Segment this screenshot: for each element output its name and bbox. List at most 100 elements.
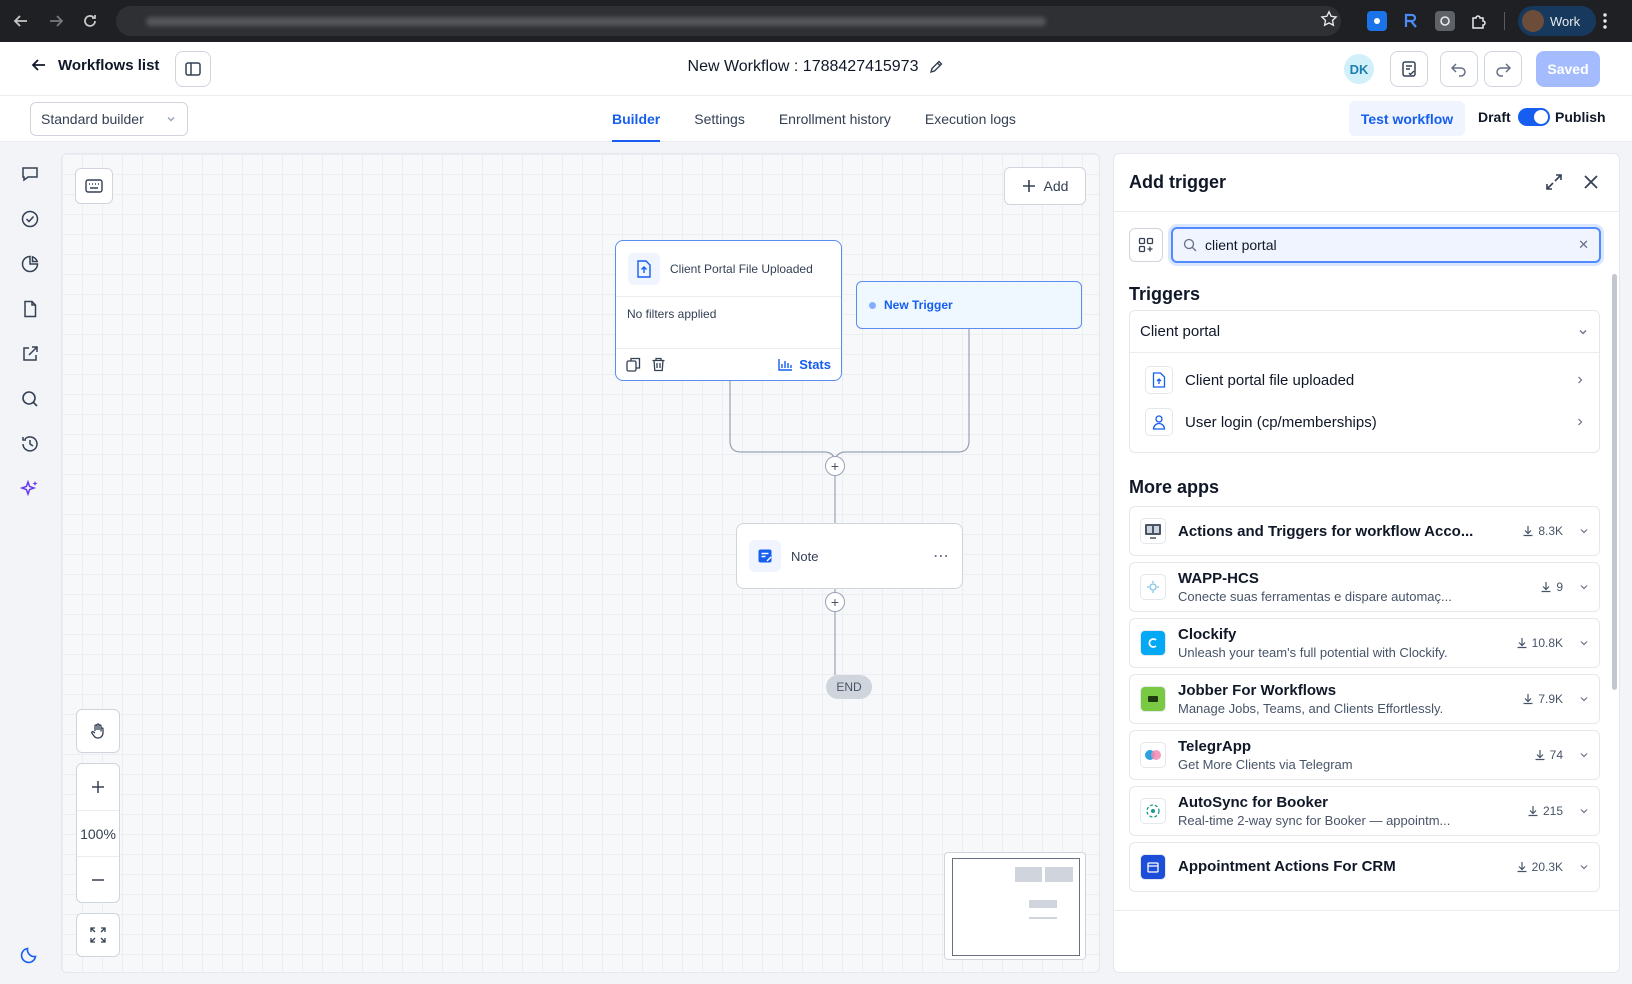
builder-mode-value: Standard builder: [41, 111, 144, 127]
keyboard-icon: [85, 179, 103, 193]
stats-button[interactable]: Stats: [778, 357, 831, 372]
zoom-controls: 100%: [76, 763, 120, 903]
dark-mode-moon-icon[interactable]: [18, 942, 42, 966]
extension-gear-icon[interactable]: [1367, 11, 1387, 31]
panel-footer: [1114, 910, 1619, 972]
browser-reload-icon[interactable]: [79, 10, 101, 32]
keyboard-shortcuts-button[interactable]: [75, 168, 113, 204]
chevron-down-icon: [1579, 862, 1589, 872]
new-trigger-node[interactable]: New Trigger: [856, 281, 1082, 329]
monitor-logo-icon: [1140, 518, 1166, 544]
hand-icon: [89, 722, 107, 740]
undo-button[interactable]: [1440, 51, 1478, 87]
browser-forward-icon[interactable]: [45, 10, 67, 32]
redo-icon: [1494, 60, 1512, 78]
draft-label: Draft: [1478, 109, 1511, 125]
tab-enrollment-history[interactable]: Enrollment history: [779, 96, 891, 142]
external-link-icon[interactable]: [18, 342, 42, 366]
workflow-title-text: New Workflow : 1788427415973: [687, 58, 919, 75]
file-icon[interactable]: [18, 297, 42, 321]
workflow-notes-button[interactable]: [1390, 51, 1428, 87]
check-circle-icon[interactable]: [18, 207, 42, 231]
trigger-node-footer: Stats: [616, 349, 841, 379]
trigger-item-user-login[interactable]: User login (cp/memberships): [1130, 401, 1599, 443]
pie-chart-icon[interactable]: [18, 252, 42, 276]
profile-avatar: [1522, 10, 1544, 32]
add-node-button[interactable]: Add: [1004, 167, 1086, 205]
app-description: Manage Jobs, Teams, and Clients Effortle…: [1178, 701, 1444, 716]
publish-toggle[interactable]: [1518, 108, 1550, 126]
appointment-logo-icon: [1140, 854, 1166, 880]
app-card-wapp-hcs[interactable]: WAPP-HCS Conecte suas ferramentas e disp…: [1129, 562, 1600, 612]
note-label: Note: [791, 548, 819, 564]
triggers-heading: Triggers: [1129, 284, 1201, 304]
duplicate-icon[interactable]: [626, 357, 641, 372]
trigger-node-header: Client Portal File Uploaded: [616, 241, 841, 297]
add-label: Add: [1043, 178, 1069, 194]
expand-icon[interactable]: [1544, 172, 1564, 192]
saved-button[interactable]: Saved: [1536, 51, 1600, 87]
panel-scroll-area[interactable]: Triggers Client portal Client portal fil…: [1114, 274, 1619, 910]
app-card-autosync[interactable]: AutoSync for Booker Real-time 2-way sync…: [1129, 786, 1600, 836]
user-avatar[interactable]: DK: [1344, 54, 1374, 84]
comments-icon[interactable]: [18, 162, 42, 186]
workflow-canvas[interactable]: Add Client Portal File Uploaded No filte…: [61, 153, 1100, 973]
browser-back-icon[interactable]: [10, 10, 32, 32]
download-count: 8.3K: [1522, 524, 1563, 538]
add-step-button-1[interactable]: +: [825, 456, 845, 476]
app-card-clockify[interactable]: Clockify Unleash your team's full potent…: [1129, 618, 1600, 668]
tab-execution-logs[interactable]: Execution logs: [925, 96, 1016, 142]
trigger-node-client-portal[interactable]: Client Portal File Uploaded No filters a…: [615, 240, 842, 381]
panel-scrollbar[interactable]: [1612, 274, 1617, 690]
zoom-out-button[interactable]: [77, 856, 119, 902]
builder-mode-select[interactable]: Standard builder: [30, 102, 188, 136]
pan-mode-button[interactable]: [76, 709, 120, 753]
redo-button[interactable]: [1484, 51, 1522, 87]
clear-search-icon[interactable]: ✕: [1578, 237, 1589, 253]
history-icon[interactable]: [18, 432, 42, 456]
zoom-in-button[interactable]: [77, 764, 119, 810]
app-card-actions-triggers[interactable]: Actions and Triggers for workflow Acco..…: [1129, 506, 1600, 556]
workflow-tabs: Builder Settings Enrollment history Exec…: [612, 96, 1016, 142]
test-workflow-button[interactable]: Test workflow: [1349, 101, 1465, 136]
browser-menu-icon[interactable]: [1602, 12, 1608, 30]
tab-settings[interactable]: Settings: [694, 96, 745, 142]
plus-icon: [1022, 179, 1036, 193]
note-node[interactable]: Note ⋯: [736, 523, 963, 589]
download-count-value: 9: [1556, 580, 1563, 594]
pencil-edit-icon[interactable]: [928, 59, 944, 75]
trigger-search-field[interactable]: ✕: [1171, 227, 1601, 263]
app-card-jobber[interactable]: Jobber For Workflows Manage Jobs, Teams,…: [1129, 674, 1600, 724]
extensions-puzzle-icon[interactable]: [1469, 11, 1489, 31]
search-icon[interactable]: [18, 387, 42, 411]
add-step-button-2[interactable]: +: [825, 592, 845, 612]
app-card-appointment-actions[interactable]: Appointment Actions For CRM 20.3K: [1129, 842, 1600, 892]
bookmark-star-icon[interactable]: [1320, 10, 1338, 28]
trigger-search-input[interactable]: [1205, 237, 1571, 253]
category-header[interactable]: Client portal: [1130, 311, 1599, 353]
app-name: Clockify: [1178, 626, 1237, 643]
toolbar-separator: [1504, 12, 1505, 30]
app-card-telegrapp[interactable]: TelegrApp Get More Clients via Telegram …: [1129, 730, 1600, 780]
trigger-item-file-uploaded[interactable]: Client portal file uploaded: [1130, 359, 1599, 401]
browser-profile-button[interactable]: Work: [1518, 6, 1596, 36]
address-bar[interactable]: [116, 6, 1341, 36]
stats-label: Stats: [799, 356, 831, 372]
ai-sparkle-icon[interactable]: [18, 477, 42, 501]
clockify-logo-icon: [1140, 630, 1166, 656]
note-icon: [749, 540, 781, 572]
extension-settings-icon[interactable]: [1435, 11, 1455, 31]
extension-r-icon[interactable]: [1401, 11, 1421, 31]
canvas-minimap[interactable]: [944, 852, 1086, 960]
tab-builder[interactable]: Builder: [612, 96, 661, 142]
end-marker: END: [826, 675, 872, 699]
trash-icon[interactable]: [651, 357, 666, 372]
app-grid-button[interactable]: [1129, 228, 1163, 262]
download-count-value: 74: [1549, 748, 1563, 762]
status-dot: [869, 301, 876, 309]
zoom-level: 100%: [77, 810, 119, 856]
close-icon[interactable]: [1581, 172, 1601, 192]
more-options-icon[interactable]: ⋯: [933, 546, 950, 566]
download-count: 215: [1527, 804, 1563, 818]
fit-view-button[interactable]: [76, 913, 120, 957]
